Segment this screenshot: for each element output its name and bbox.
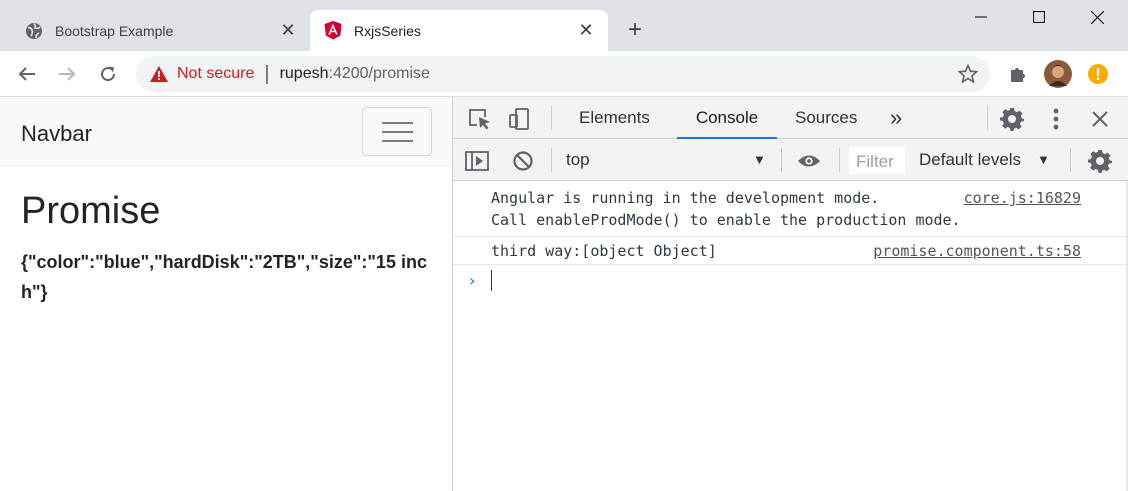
hamburger-line: [381, 139, 413, 142]
security-status[interactable]: Not secure: [177, 65, 254, 83]
close-tab-icon[interactable]: ✕: [278, 20, 298, 40]
console-toolbar: top ▼ Filter Default levels ▼: [453, 139, 1128, 181]
settings-gear-icon[interactable]: [1000, 107, 1024, 131]
extensions-puzzle-icon[interactable]: [1003, 59, 1033, 89]
devtools-panel: Elements Console Sources » top ▼ Filter …: [452, 97, 1128, 491]
console-message: third way:[object Object] promise.compon…: [453, 237, 1128, 265]
source-link[interactable]: core.js:16829: [964, 189, 1081, 207]
more-tabs-icon[interactable]: »: [890, 97, 902, 139]
bookmark-star-icon[interactable]: [957, 63, 979, 84]
close-tab-icon[interactable]: ✕: [576, 20, 596, 40]
console-prompt-icon: ›: [469, 271, 476, 290]
navbar: Navbar: [0, 97, 452, 167]
close-devtools-icon[interactable]: [1088, 107, 1112, 131]
devtools-tab-bar: Elements Console Sources »: [453, 97, 1128, 139]
divider: [781, 148, 782, 172]
json-output: {"color":"blue","hardDisk":"2TB","size":…: [21, 252, 427, 302]
live-expression-eye-icon[interactable]: [797, 149, 821, 173]
warning-icon[interactable]: [150, 65, 168, 83]
reload-button[interactable]: [93, 59, 123, 89]
divider: [551, 148, 552, 172]
filter-input[interactable]: Filter: [849, 147, 905, 174]
console-message-text: Call enableProdMode() to enable the prod…: [491, 211, 961, 229]
tab-console[interactable]: Console: [677, 97, 777, 139]
device-toolbar-icon[interactable]: [508, 107, 532, 131]
navbar-toggler-button[interactable]: [362, 107, 432, 156]
address-bar[interactable]: Not secure | rupesh:4200/promise: [136, 56, 990, 92]
divider: [551, 106, 552, 130]
url-host: rupesh: [279, 65, 329, 82]
source-link[interactable]: promise.component.ts:58: [873, 242, 1081, 260]
page-title: Promise: [21, 190, 161, 232]
log-levels-dropdown[interactable]: Default levels: [919, 150, 1021, 170]
tab-rxjsseries[interactable]: RxjsSeries ✕: [310, 10, 608, 51]
divider: [839, 148, 840, 172]
new-tab-button[interactable]: +: [622, 16, 648, 43]
back-button[interactable]: [12, 59, 42, 89]
divider: |: [264, 62, 270, 85]
globe-icon: [25, 22, 43, 40]
tab-title: Bootstrap Example: [55, 22, 174, 39]
console-message-text: third way:[object Object]: [491, 242, 717, 260]
tab-elements[interactable]: Elements: [579, 97, 650, 139]
dropdown-arrow-icon[interactable]: ▼: [1037, 152, 1050, 167]
url-path: :4200/promise: [328, 65, 430, 82]
browser-toolbar: Not secure | rupesh:4200/promise: [0, 51, 1128, 97]
page-viewport: Navbar Promise {"color":"blue","hardDisk…: [0, 97, 452, 491]
more-options-icon[interactable]: [1044, 107, 1068, 131]
maximize-window-icon[interactable]: [1016, 0, 1062, 34]
dropdown-arrow-icon[interactable]: ▼: [753, 152, 766, 167]
profile-avatar[interactable]: [1043, 59, 1073, 89]
console-message-text: Angular is running in the development mo…: [491, 189, 880, 207]
close-window-icon[interactable]: [1074, 0, 1120, 34]
divider: [1070, 148, 1071, 172]
clear-console-icon[interactable]: [511, 149, 535, 173]
forward-button[interactable]: [52, 59, 82, 89]
console-message: Angular is running in the development mo…: [453, 181, 1128, 237]
divider: [987, 106, 988, 130]
navbar-brand[interactable]: Navbar: [21, 121, 92, 147]
angular-logo-icon: [324, 21, 342, 40]
tab-strip: Bootstrap Example ✕ RxjsSeries ✕ +: [0, 0, 1128, 51]
update-warning-icon[interactable]: [1083, 59, 1113, 89]
hamburger-line: [381, 130, 413, 133]
tab-title: RxjsSeries: [354, 22, 421, 39]
tab-bootstrap-example[interactable]: Bootstrap Example ✕: [0, 10, 310, 51]
hamburger-line: [381, 121, 413, 124]
minimize-window-icon[interactable]: [958, 0, 1004, 34]
tab-sources[interactable]: Sources: [795, 97, 857, 139]
console-settings-gear-icon[interactable]: [1088, 149, 1112, 173]
show-sidebar-icon[interactable]: [465, 149, 489, 173]
inspect-element-icon[interactable]: [468, 107, 492, 131]
context-selector[interactable]: top: [566, 150, 590, 170]
console-input[interactable]: [491, 270, 492, 291]
